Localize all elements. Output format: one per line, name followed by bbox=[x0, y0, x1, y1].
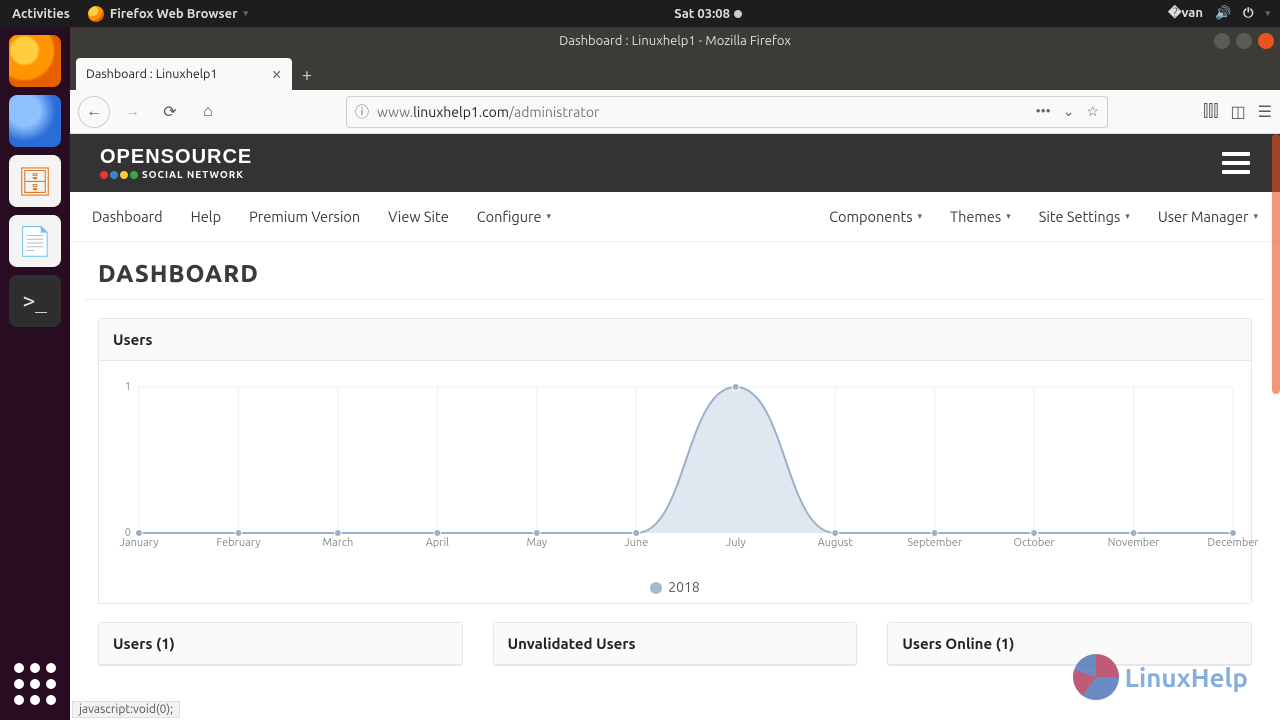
window-title: Dashboard : Linuxhelp1 - Mozilla Firefox bbox=[559, 34, 791, 48]
window-close[interactable] bbox=[1258, 33, 1274, 49]
gnome-top-bar: Activities Firefox Web Browser ▾ Sat 03:… bbox=[0, 0, 1280, 27]
x-tick: December bbox=[1207, 537, 1258, 549]
x-tick: February bbox=[216, 537, 260, 549]
legend-swatch-icon bbox=[650, 582, 662, 594]
menu-premium-version[interactable]: Premium Version bbox=[249, 208, 360, 225]
window-maximize[interactable] bbox=[1236, 33, 1252, 49]
info-icon[interactable]: ⓘ bbox=[355, 102, 369, 122]
network-icon[interactable]: �van bbox=[1168, 6, 1203, 21]
record-indicator-icon bbox=[734, 10, 742, 18]
dock-show-apps[interactable] bbox=[9, 658, 61, 710]
page-content: OPENSOURCE SOCIAL NETWORK Dashboard Help P… bbox=[70, 134, 1280, 720]
activities-button[interactable]: Activities bbox=[12, 6, 70, 22]
dock-files[interactable]: 🗄 bbox=[9, 155, 61, 207]
users-card: Users (1) bbox=[98, 622, 463, 666]
logo-dots-icon bbox=[100, 171, 138, 179]
panel-heading: Users bbox=[99, 319, 1251, 361]
back-button[interactable]: ← bbox=[78, 96, 110, 128]
sidebar-icon[interactable]: ◫ bbox=[1231, 102, 1246, 121]
dock-firefox[interactable] bbox=[9, 35, 61, 87]
home-button[interactable]: ⌂ bbox=[192, 96, 224, 128]
browser-tab[interactable]: Dashboard : Linuxhelp1 ✕ bbox=[76, 58, 292, 90]
window-minimize[interactable] bbox=[1214, 33, 1230, 49]
chevron-down-icon: ▾ bbox=[918, 211, 923, 222]
firefox-icon bbox=[88, 6, 104, 22]
app-menu[interactable]: Firefox Web Browser ▾ bbox=[88, 6, 248, 22]
x-tick: August bbox=[818, 537, 853, 549]
swirl-icon bbox=[1073, 654, 1119, 700]
reload-button[interactable]: ⟳ bbox=[154, 96, 186, 128]
hamburger-menu[interactable] bbox=[1222, 152, 1250, 174]
unvalidated-users-card: Unvalidated Users bbox=[493, 622, 858, 666]
menu-user-manager[interactable]: User Manager ▾ bbox=[1158, 208, 1258, 225]
card-heading: Users (1) bbox=[99, 623, 462, 665]
status-text: javascript:void(0); bbox=[72, 701, 180, 718]
menu-configure[interactable]: Configure▾ bbox=[477, 208, 551, 225]
menu-site-settings[interactable]: Site Settings ▾ bbox=[1039, 208, 1130, 225]
watermark: LinuxHelp bbox=[1073, 654, 1248, 700]
page-title: DASHBOARD bbox=[84, 242, 1266, 300]
x-tick: October bbox=[1014, 537, 1055, 549]
tab-strip: Dashboard : Linuxhelp1 ✕ + bbox=[70, 55, 1280, 90]
volume-icon[interactable]: 🔊 bbox=[1215, 6, 1231, 21]
x-tick: April bbox=[426, 537, 449, 549]
power-icon[interactable]: ⏻ bbox=[1243, 6, 1253, 21]
forward-button[interactable]: → bbox=[116, 96, 148, 128]
y-tick: 1 bbox=[125, 381, 131, 393]
pocket-icon[interactable]: ⌄ bbox=[1063, 103, 1075, 120]
x-tick: March bbox=[323, 537, 354, 549]
chart-legend: 2018 bbox=[109, 575, 1241, 595]
dock-thunderbird[interactable] bbox=[9, 95, 61, 147]
new-tab-button[interactable]: + bbox=[292, 60, 322, 90]
clock[interactable]: Sat 03:08 bbox=[674, 7, 742, 21]
users-chart-panel: Users 1 0 bbox=[98, 318, 1252, 604]
firefox-window: Dashboard : Linuxhelp1 - Mozilla Firefox… bbox=[70, 27, 1280, 720]
close-icon[interactable]: ✕ bbox=[272, 67, 282, 82]
scrollbar[interactable] bbox=[1272, 134, 1280, 394]
dock-terminal[interactable]: >_ bbox=[9, 275, 61, 327]
card-heading: Unvalidated Users bbox=[494, 623, 857, 665]
page-actions-icon[interactable]: ••• bbox=[1036, 103, 1051, 120]
menu-components[interactable]: Components ▾ bbox=[829, 208, 922, 225]
x-tick: May bbox=[527, 537, 548, 549]
chevron-down-icon: ▾ bbox=[547, 211, 552, 222]
window-titlebar: Dashboard : Linuxhelp1 - Mozilla Firefox bbox=[70, 27, 1280, 55]
x-tick: September bbox=[907, 537, 962, 549]
chevron-down-icon[interactable]: ▾ bbox=[1265, 8, 1270, 19]
bookmark-icon[interactable]: ☆ bbox=[1086, 103, 1099, 120]
tab-title: Dashboard : Linuxhelp1 bbox=[86, 67, 217, 81]
menu-dashboard[interactable]: Dashboard bbox=[92, 208, 163, 225]
x-tick: November bbox=[1108, 537, 1160, 549]
app-header: OPENSOURCE SOCIAL NETWORK bbox=[70, 134, 1280, 192]
menu-help[interactable]: Help bbox=[191, 208, 221, 225]
dock-writer[interactable]: 📄 bbox=[9, 215, 61, 267]
chevron-down-icon: ▾ bbox=[1253, 211, 1258, 222]
admin-menubar: Dashboard Help Premium Version View Site Con… bbox=[70, 192, 1280, 242]
users-chart: 1 0 JanuaryFebruaryMarchAprilMayJuneJ bbox=[109, 375, 1241, 575]
x-tick: January bbox=[120, 537, 159, 549]
ubuntu-dock: 🗄 📄 >_ bbox=[0, 27, 70, 720]
chevron-down-icon: ▾ bbox=[1125, 211, 1130, 222]
library-icon[interactable]: ⫿⫿⫿ bbox=[1203, 102, 1218, 121]
chevron-down-icon: ▾ bbox=[1006, 211, 1011, 222]
menu-icon[interactable]: ☰ bbox=[1258, 102, 1272, 121]
menu-themes[interactable]: Themes ▾ bbox=[950, 208, 1011, 225]
menu-view-site[interactable]: View Site bbox=[388, 208, 449, 225]
app-logo: OPENSOURCE SOCIAL NETWORK bbox=[100, 146, 252, 180]
nav-toolbar: ← → ⟳ ⌂ ⓘ www.linuxhelp1.com/administrat… bbox=[70, 90, 1280, 134]
x-tick: June bbox=[624, 537, 648, 549]
address-bar[interactable]: ⓘ www.linuxhelp1.com/administrator ••• ⌄… bbox=[346, 96, 1108, 128]
x-tick: July bbox=[726, 537, 746, 549]
